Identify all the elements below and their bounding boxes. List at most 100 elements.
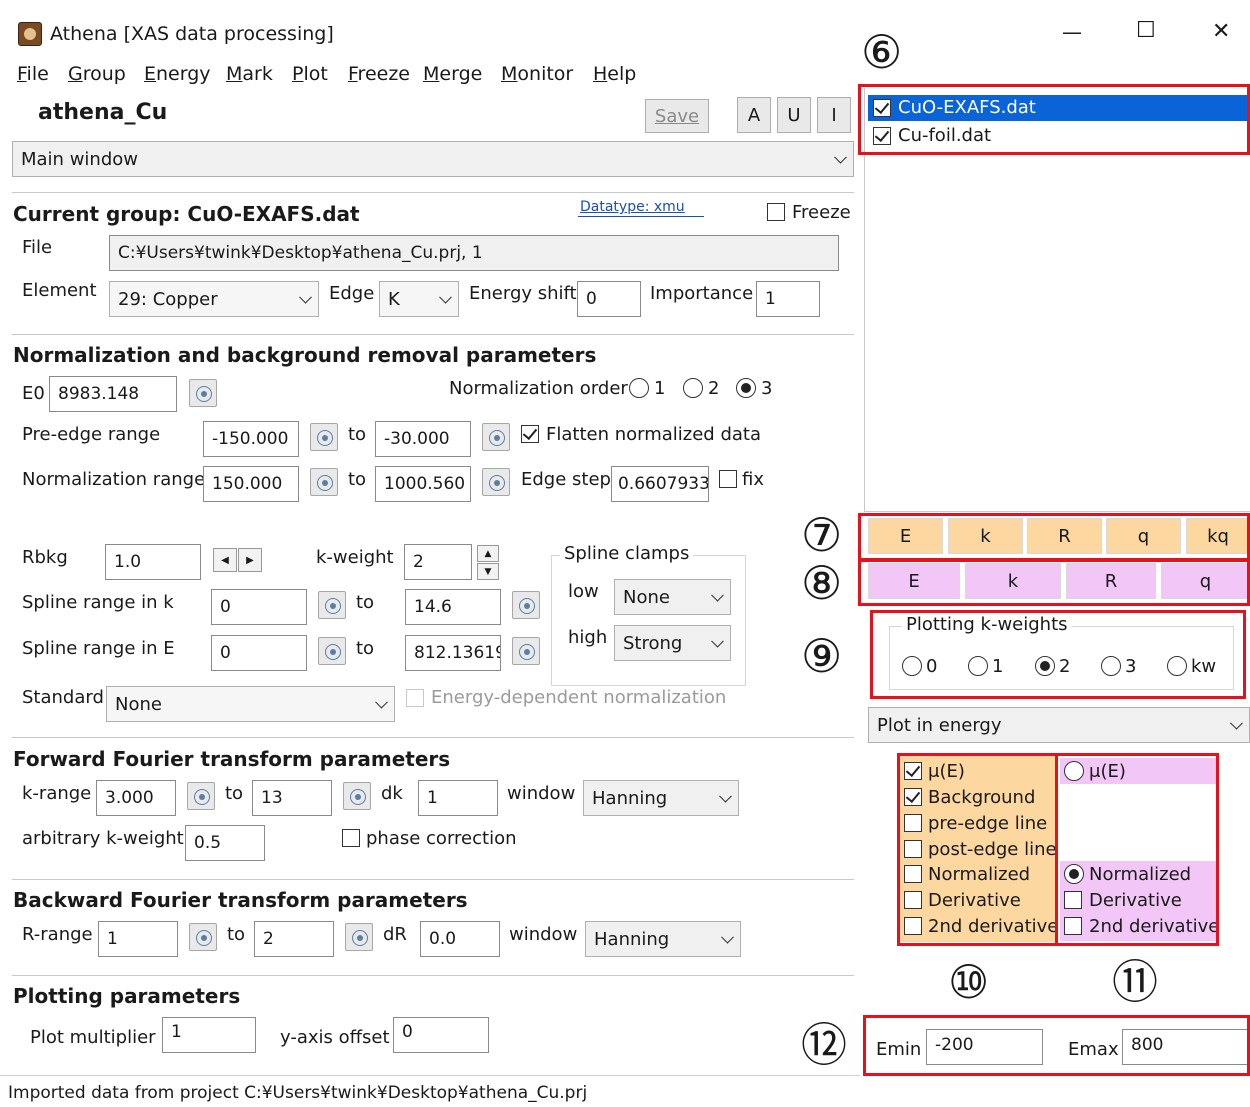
spline-k-to-input[interactable]: 14.6 bbox=[405, 589, 501, 625]
e0-input[interactable]: 8983.148 bbox=[49, 376, 177, 412]
fix-label: fix bbox=[742, 469, 764, 490]
menu-merge[interactable]: Merge bbox=[423, 65, 482, 84]
arb-kweight-input[interactable]: 0.5 bbox=[185, 825, 265, 861]
spline-e-from-input[interactable]: 0 bbox=[211, 635, 307, 671]
window-label: window bbox=[507, 783, 576, 804]
edge-select[interactable]: K bbox=[379, 281, 459, 317]
clamp-high-value: Strong bbox=[623, 632, 683, 654]
kweight-spin-down[interactable]: ▼ bbox=[477, 563, 499, 580]
annotation-11: ⑪ bbox=[1112, 955, 1158, 1009]
menu-mark[interactable]: Mark bbox=[226, 65, 273, 84]
menu-help[interactable]: Help bbox=[593, 65, 636, 84]
annotation-10: ⑩ bbox=[948, 955, 990, 1009]
button-i[interactable]: I bbox=[817, 97, 851, 133]
preedge-to-input[interactable]: -30.000 bbox=[375, 421, 471, 457]
rrange-to-input[interactable]: 2 bbox=[254, 921, 334, 957]
minimize-button[interactable]: — bbox=[1062, 22, 1082, 42]
menu-freeze[interactable]: Freeze bbox=[348, 65, 410, 84]
yoffset-input[interactable]: 0 bbox=[393, 1017, 489, 1053]
preedge-to-pick-button[interactable] bbox=[482, 423, 510, 451]
menu-group[interactable]: Group bbox=[68, 65, 126, 84]
menu-plot[interactable]: Plot bbox=[292, 65, 328, 84]
preedge-label: Pre-edge range bbox=[22, 424, 161, 445]
dr-input[interactable]: 0.0 bbox=[420, 921, 500, 957]
norm-order-1-radio[interactable] bbox=[629, 378, 649, 398]
dk-input[interactable]: 1 bbox=[418, 780, 498, 816]
view-select-value: Main window bbox=[21, 148, 138, 170]
chevron-down-icon bbox=[711, 588, 724, 602]
e0-pick-button[interactable] bbox=[189, 379, 217, 407]
importance-input[interactable]: 1 bbox=[756, 281, 820, 317]
phase-correction-checkbox[interactable] bbox=[342, 829, 360, 847]
spline-e-from-pick-button[interactable] bbox=[318, 637, 346, 665]
dk-label: dk bbox=[381, 783, 403, 804]
kweight-input[interactable]: 2 bbox=[404, 544, 472, 580]
norm-order-2-radio[interactable] bbox=[683, 378, 703, 398]
save-button[interactable]: Save bbox=[645, 99, 709, 133]
krange-to-pick-button[interactable] bbox=[343, 782, 371, 810]
edgestep-input[interactable]: 0.6607933 bbox=[611, 466, 709, 502]
flatten-label: Flatten normalized data bbox=[546, 424, 761, 445]
rrange-from-input[interactable]: 1 bbox=[98, 921, 178, 957]
annotation-6: ⑥ bbox=[861, 25, 903, 79]
clamp-low-select[interactable]: None bbox=[614, 579, 731, 615]
fix-checkbox[interactable] bbox=[719, 470, 737, 488]
element-label: Element bbox=[22, 280, 97, 301]
spline-clamps-group bbox=[551, 555, 746, 686]
rrange-label: R-range bbox=[22, 924, 93, 945]
annotation-box-groups bbox=[858, 84, 1250, 155]
spline-e-to-input[interactable]: 812.13619 bbox=[405, 635, 501, 671]
krange-from-input[interactable]: 3.000 bbox=[96, 780, 176, 816]
view-select[interactable]: Main window bbox=[12, 141, 854, 177]
flatten-checkbox[interactable] bbox=[521, 425, 539, 443]
standard-select[interactable]: None bbox=[106, 686, 395, 722]
preedge-from-input[interactable]: -150.000 bbox=[203, 421, 299, 457]
krange-to-input[interactable]: 13 bbox=[252, 780, 332, 816]
preedge-from-pick-button[interactable] bbox=[310, 423, 338, 451]
norm-order-3-radio[interactable] bbox=[736, 378, 756, 398]
spline-k-to-pick-button[interactable] bbox=[512, 591, 540, 619]
plotting-heading: Plotting parameters bbox=[13, 984, 241, 1008]
menu-monitor[interactable]: Monitor bbox=[501, 65, 573, 84]
spline-k-from-input[interactable]: 0 bbox=[211, 589, 307, 625]
file-label: File bbox=[22, 237, 53, 258]
rrange-from-pick-button[interactable] bbox=[189, 923, 217, 951]
backward-window-select[interactable]: Hanning bbox=[585, 921, 741, 957]
menu-file[interactable]: File bbox=[17, 65, 49, 84]
clamp-high-select[interactable]: Strong bbox=[614, 625, 731, 661]
chevron-down-icon bbox=[299, 290, 312, 304]
annotation-8: ⑧ bbox=[801, 556, 843, 610]
spline-e-to-pick-button[interactable] bbox=[512, 637, 540, 665]
button-a[interactable]: A bbox=[737, 97, 771, 133]
chevron-down-icon bbox=[719, 789, 732, 803]
plot-tab-select[interactable]: Plot in energy bbox=[868, 707, 1250, 743]
maximize-button[interactable]: ☐ bbox=[1136, 20, 1156, 42]
menu-energy[interactable]: Energy bbox=[144, 65, 211, 84]
spline-k-from-pick-button[interactable] bbox=[318, 591, 346, 619]
multiplier-input[interactable]: 1 bbox=[162, 1017, 256, 1053]
divider bbox=[12, 737, 854, 738]
file-field[interactable]: C:¥Users¥twink¥Desktop¥athena_Cu.prj, 1 bbox=[109, 235, 839, 271]
close-button[interactable]: ✕ bbox=[1212, 21, 1230, 43]
energy-dep-checkbox[interactable] bbox=[406, 689, 424, 707]
plot-tab-value: Plot in energy bbox=[877, 714, 1002, 736]
normrange-to-input[interactable]: 1000.560 bbox=[375, 466, 471, 502]
krange-from-pick-button[interactable] bbox=[187, 782, 215, 810]
freeze-checkbox[interactable] bbox=[767, 203, 785, 221]
kweight-spin-up[interactable]: ▲ bbox=[477, 545, 499, 562]
rbkg-spin-left[interactable]: ◀ bbox=[213, 548, 237, 572]
rbkg-input[interactable]: 1.0 bbox=[105, 544, 201, 580]
project-name: athena_Cu bbox=[38, 100, 168, 125]
datatype-link[interactable]: Datatype: xmu bbox=[580, 200, 685, 214]
normrange-to-pick-button[interactable] bbox=[482, 468, 510, 496]
element-select[interactable]: 29: Copper bbox=[109, 281, 319, 317]
rbkg-spin-right[interactable]: ▶ bbox=[238, 548, 262, 572]
normrange-from-input[interactable]: 150.000 bbox=[203, 466, 299, 502]
arb-kweight-label: arbitrary k-weight bbox=[22, 828, 184, 849]
energy-shift-input[interactable]: 0 bbox=[577, 281, 641, 317]
button-u[interactable]: U bbox=[777, 97, 811, 133]
forward-window-select[interactable]: Hanning bbox=[583, 780, 739, 816]
rrange-to-pick-button[interactable] bbox=[345, 923, 373, 951]
current-group-heading: Current group: CuO-EXAFS.dat bbox=[13, 202, 360, 226]
normrange-from-pick-button[interactable] bbox=[310, 468, 338, 496]
